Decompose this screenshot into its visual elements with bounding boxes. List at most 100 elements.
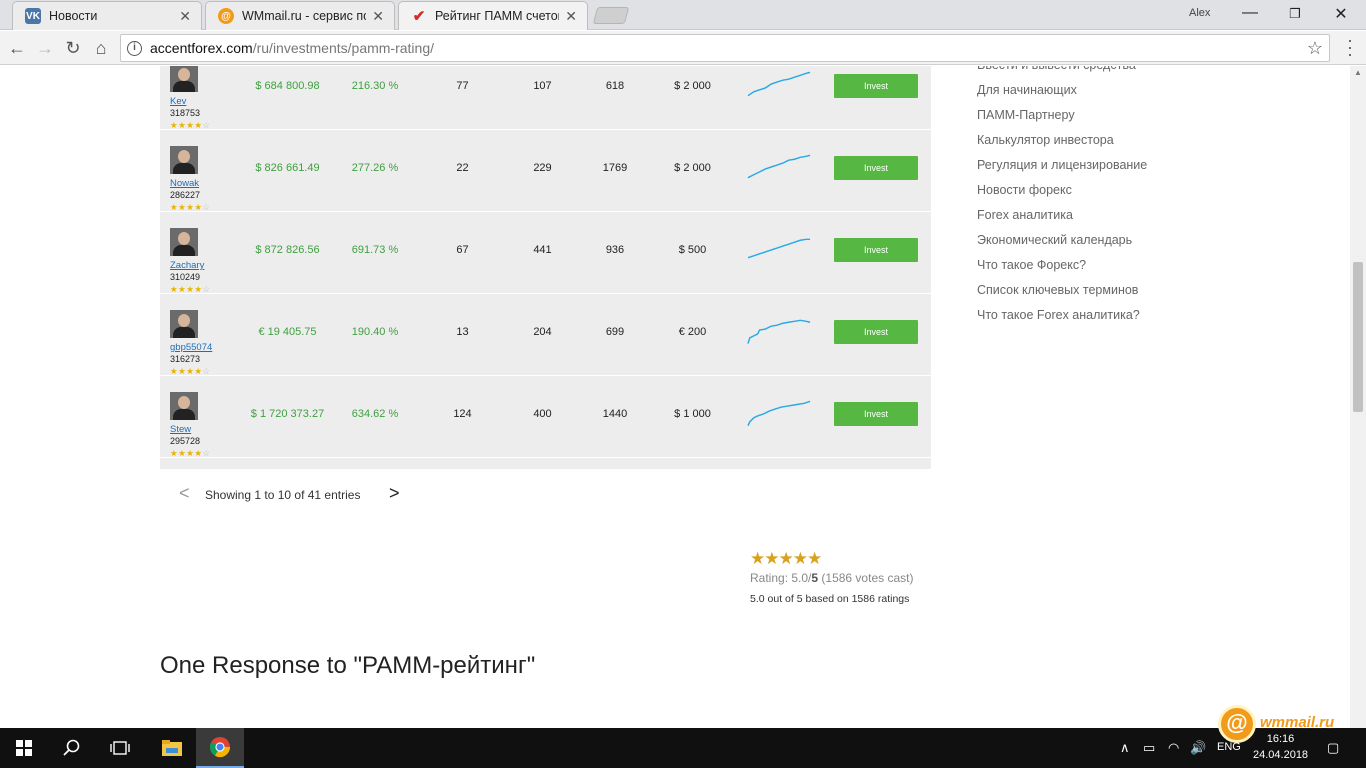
close-icon[interactable]: ✕ [179, 8, 191, 25]
tab-novosti[interactable]: VK Новости ✕ [12, 1, 202, 30]
restore-icon[interactable]: ❐ [1280, 6, 1310, 22]
trader-name-link[interactable]: Zachary [170, 260, 204, 271]
sidebar-link[interactable]: Для начинающих [977, 78, 1147, 103]
table-row: Zachary 310249 ★★★★☆ $ 872 826.56 691.73 % 67… [160, 212, 931, 294]
scroll-up-icon[interactable]: ▲ [1354, 68, 1362, 77]
account-profit: 190.40 % [351, 326, 399, 338]
trader-avatar[interactable] [170, 146, 198, 174]
tray-chevron-icon[interactable]: ∧ [1120, 740, 1130, 756]
stat-cell: 699 [605, 326, 625, 338]
rating-stars[interactable]: ★★★★★ [750, 549, 913, 569]
min-investment: $ 1 000 [674, 408, 711, 420]
sidebar-link[interactable]: Что такое Форекс? [977, 253, 1147, 278]
new-tab-button[interactable] [592, 7, 630, 24]
account-balance: $ 826 661.49 [255, 162, 320, 174]
task-view-icon[interactable] [96, 728, 144, 768]
tab-pamm-rating[interactable]: ✔ Рейтинг ПАММ счетов Ал ✕ [398, 1, 588, 30]
trader-id: 295728 [170, 436, 201, 446]
trader-name-link[interactable]: Nowak [170, 178, 199, 189]
account-profit: 277.26 % [351, 162, 399, 174]
browser-toolbar: ← → ↻ ⌂ i accentforex.com/ru/investments… [0, 31, 1366, 65]
forward-arrow-icon[interactable]: → [34, 37, 56, 59]
sidebar-link[interactable]: Новости форекс [977, 178, 1147, 203]
sidebar-link[interactable]: Что такое Forex аналитика? [977, 303, 1147, 328]
tab-wmmail[interactable]: @ WMmail.ru - сервис почт ✕ [205, 1, 395, 30]
stat-cell: 441 [533, 244, 552, 256]
scroll-thumb[interactable] [1353, 262, 1363, 412]
wifi-icon[interactable]: ◠ [1168, 740, 1179, 756]
invest-button[interactable]: Invest [834, 238, 918, 262]
table-row: Kev 318753 ★★★★☆ $ 684 800.98 216.30 % 77 107 6… [160, 66, 931, 130]
tab-title: WMmail.ru - сервис почт [242, 9, 366, 23]
sparkline-path [747, 71, 811, 97]
rating-max: 5 [811, 571, 819, 585]
stat-cell: 77 [456, 80, 469, 92]
home-icon[interactable]: ⌂ [90, 37, 112, 59]
sidebar-link[interactable]: Экономический календарь [977, 228, 1147, 253]
trader-id: 310249 [170, 272, 201, 282]
trader-id: 316273 [170, 354, 201, 364]
min-investment: $ 500 [678, 244, 707, 256]
windows-start-icon[interactable] [0, 728, 48, 768]
pagination-info: Showing 1 to 10 of 41 entries [205, 488, 361, 502]
account-profit: 634.62 % [351, 408, 399, 420]
volume-icon[interactable]: 🔊 [1190, 740, 1206, 756]
profit-sparkline [747, 319, 811, 344]
back-arrow-icon[interactable]: ← [6, 37, 28, 59]
trader-name-link[interactable]: Kev [170, 96, 186, 107]
sidebar-link[interactable]: Калькулятор инвестора [977, 128, 1147, 153]
sidebar-link[interactable]: Список ключевых терминов [977, 278, 1147, 303]
invest-button[interactable]: Invest [834, 402, 918, 426]
address-bar[interactable]: i accentforex.com/ru/investments/pamm-ra… [120, 34, 1330, 62]
trader-avatar[interactable] [170, 228, 198, 256]
wmmail-at-icon: @ [1218, 705, 1256, 743]
invest-button[interactable]: Invest [834, 156, 918, 180]
page-scrollbar[interactable]: ▲ [1350, 66, 1366, 728]
checkmark-icon: ✔ [412, 8, 426, 25]
profit-sparkline [747, 71, 811, 97]
trader-avatar[interactable] [170, 310, 198, 338]
sidebar-link[interactable]: Ввести и вывести средства [977, 66, 1147, 78]
profit-sparkline [747, 154, 811, 179]
profit-sparkline [747, 400, 811, 426]
watermark-text: wmmail.ru [1260, 714, 1335, 731]
rating-summary: 5.0 out of 5 based on 1586 ratings [750, 593, 910, 605]
account-balance: $ 872 826.56 [255, 244, 320, 256]
file-explorer-icon[interactable] [148, 728, 196, 768]
account-balance: $ 684 800.98 [255, 80, 320, 92]
info-icon[interactable]: i [127, 40, 142, 56]
trader-name-link[interactable]: Stew [170, 424, 191, 435]
sidebar-link[interactable]: ПАММ-Партнеру [977, 103, 1147, 128]
battery-icon[interactable]: ▭ [1143, 740, 1155, 756]
trader-avatar[interactable] [170, 66, 198, 92]
profit-sparkline [747, 238, 811, 259]
bookmark-star-icon[interactable]: ☆ [1307, 38, 1323, 59]
window-close-icon[interactable]: ✕ [1326, 4, 1356, 24]
sparkline-path [747, 154, 811, 179]
close-icon[interactable]: ✕ [372, 8, 384, 25]
trader-avatar[interactable] [170, 392, 198, 420]
invest-button[interactable]: Invest [834, 320, 918, 344]
sparkline-path [747, 319, 811, 344]
vk-icon: VK [25, 8, 41, 24]
sidebar-link[interactable]: Forex аналитика [977, 203, 1147, 228]
trader-name-link[interactable]: gbp55074 [170, 342, 212, 353]
search-icon[interactable] [48, 728, 96, 768]
min-investment: $ 2 000 [674, 80, 711, 92]
profile-name[interactable]: Alex [1189, 7, 1210, 19]
invest-button[interactable]: Invest [834, 74, 918, 98]
minimize-icon[interactable]: — [1235, 4, 1265, 22]
account-profit: 691.73 % [351, 244, 399, 256]
url-host: accentforex.com [150, 40, 253, 56]
prev-page-button[interactable]: < [179, 483, 190, 504]
sidebar-link[interactable]: Регуляция и лицензирование [977, 153, 1147, 178]
page-content: Kev 318753 ★★★★☆ $ 684 800.98 216.30 % 77 107 6… [0, 66, 1350, 728]
close-icon[interactable]: ✕ [565, 8, 577, 25]
chrome-icon[interactable] [196, 728, 244, 768]
trader-star-rating: ★★★★☆ [170, 448, 211, 458]
reload-icon[interactable]: ↻ [62, 37, 84, 59]
stat-cell: 124 [453, 408, 472, 420]
browser-menu-icon[interactable]: · · · [1343, 31, 1357, 63]
table-row: Nowak 286227 ★★★★☆ $ 826 661.49 277.26 % 22 22… [160, 130, 931, 212]
next-page-button[interactable]: > [389, 483, 400, 504]
